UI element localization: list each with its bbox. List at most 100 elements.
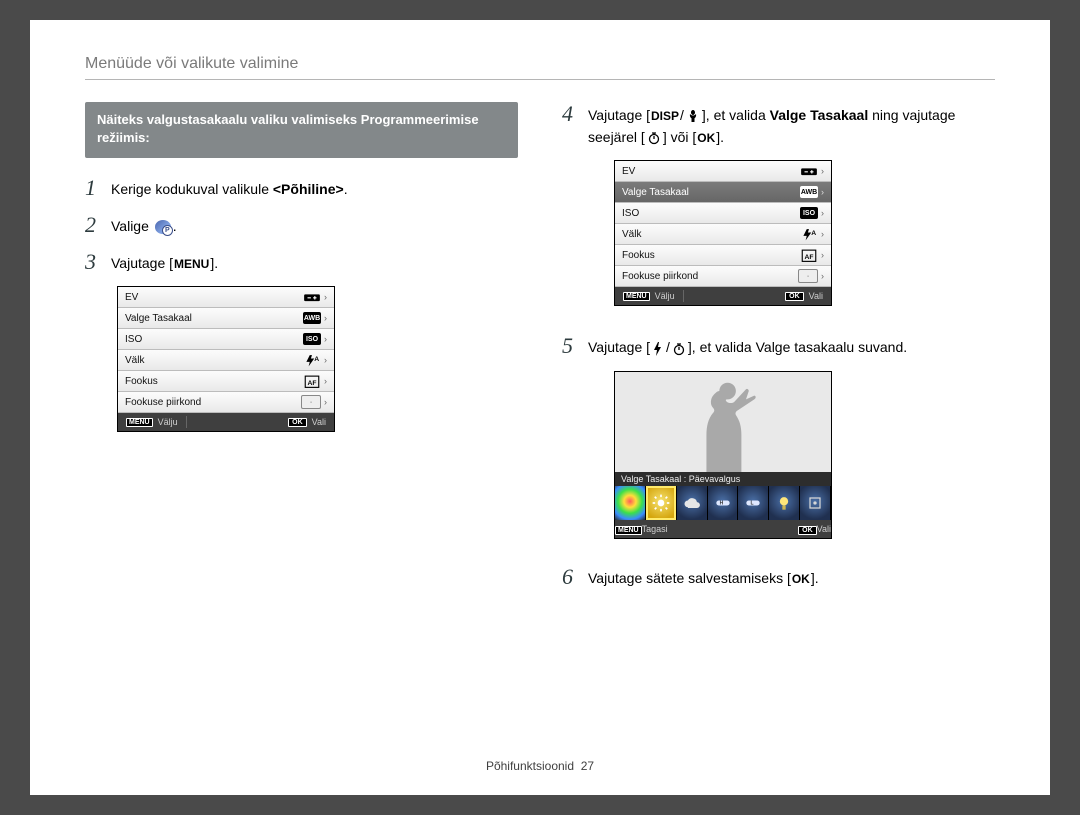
timer-icon: [672, 342, 686, 356]
step-text: .: [173, 218, 177, 234]
ev-icon: [303, 291, 321, 303]
ok-chip: OK: [785, 292, 804, 301]
svg-text:A: A: [811, 229, 816, 236]
menu-row-iso: ISO ISO›: [615, 203, 831, 224]
menu-row-label: Fookuse piirkond: [622, 271, 698, 282]
footer-page: 27: [581, 759, 594, 773]
wb-fluorescent-h-icon: H: [708, 486, 739, 520]
menu-row-label: Valge Tasakaal: [622, 187, 689, 198]
wb-screenshot: Valge Tasakaal : Päevavalgus H L MENUTag…: [614, 371, 832, 539]
macro-icon: [686, 109, 700, 123]
menu-chip: MENU: [126, 418, 153, 427]
step-text: ] või [: [663, 129, 696, 145]
divider: [85, 79, 995, 80]
svg-text:L: L: [751, 501, 754, 507]
page-footer: Põhifunktsioonid 27: [30, 759, 1050, 773]
chevron-right-icon: ›: [821, 250, 824, 260]
svg-text:H: H: [719, 501, 723, 507]
step-number: 3: [85, 250, 111, 274]
svg-text:AF: AF: [308, 380, 317, 387]
menu-row-label: Fookuse piirkond: [125, 397, 201, 408]
menu-row-label: Fookus: [622, 250, 655, 261]
footer-select: Vali: [817, 524, 831, 534]
ok-key-label: OK: [696, 129, 716, 148]
chevron-right-icon: ›: [324, 397, 327, 407]
menu-row-focus: Fookus AF›: [118, 371, 334, 392]
step-6: 6 Vajutage sätete salvestamiseks [OK].: [562, 565, 995, 590]
ok-chip: OK: [798, 526, 817, 535]
chevron-right-icon: ›: [324, 355, 327, 365]
menu-row-focus-area: Fookuse piirkond ·›: [118, 392, 334, 413]
menu-row-label: ISO: [125, 334, 142, 345]
footer-exit: Välju: [655, 291, 675, 301]
step-text: Vajutage sätete salvestamiseks [: [588, 570, 791, 586]
menu-row-label: Valge Tasakaal: [125, 313, 192, 324]
focus-area-icon: ·: [798, 269, 818, 283]
svg-text:AF: AF: [805, 254, 814, 261]
iso-icon: ISO: [800, 207, 818, 219]
step-3: 3 Vajutage [MENU].: [85, 250, 518, 275]
disp-key-label: DISP: [650, 107, 680, 126]
footer-select: Vali: [809, 291, 823, 301]
menu-row-label: Fookus: [125, 376, 158, 387]
column-left: Näiteks valgustasakaalu valiku valimisek…: [85, 102, 518, 602]
step-number: 2: [85, 213, 111, 237]
ok-key-label: OK: [791, 570, 811, 589]
menu-screenshot-left: EV › Valge Tasakaal AWB› ISO ISO› Välk A…: [117, 286, 335, 432]
menu-row-flash: Välk A›: [118, 350, 334, 371]
silhouette-icon: [684, 380, 762, 472]
footer-back: Tagasi: [642, 524, 668, 534]
menu-row-label: ISO: [622, 208, 639, 219]
menu-row-focus: Fookus AF ›: [615, 245, 831, 266]
wb-daylight-icon: [646, 486, 677, 520]
chevron-right-icon: ›: [324, 292, 327, 302]
iso-icon: ISO: [303, 333, 321, 345]
awb-icon: AWB: [303, 312, 321, 324]
menu-footer: MENUVälju OKVali: [118, 413, 334, 431]
flash-icon: A: [800, 228, 818, 240]
menu-key-label: MENU: [173, 255, 210, 274]
column-right: 4 Vajutage [DISP/], et valida Valge Tasa…: [562, 102, 995, 602]
menu-chip: MENU: [615, 526, 642, 535]
wb-icon-row: H L: [615, 486, 831, 520]
footer-label: Põhifunktsioonid: [486, 759, 574, 773]
menu-row-iso: ISO ISO›: [118, 329, 334, 350]
awb-icon: AWB: [800, 186, 818, 198]
chevron-right-icon: ›: [821, 208, 824, 218]
step-text: Vajutage [: [111, 255, 173, 271]
menu-row-label: Välk: [125, 355, 144, 366]
step-text: Kerige kodukuval valikule: [111, 181, 273, 197]
step-text: ].: [811, 570, 819, 586]
step-number: 1: [85, 176, 111, 200]
step-text: Vajutage [: [588, 339, 650, 355]
section-heading: Menüüde või valikute valimine: [85, 55, 995, 73]
step-text: ], et valida: [702, 107, 770, 123]
chevron-right-icon: ›: [324, 313, 327, 323]
intro-box: Näiteks valgustasakaalu valiku valimisek…: [85, 102, 518, 158]
step-text: Valige: [111, 218, 153, 234]
step-1: 1 Kerige kodukuval valikule <Põhiline>.: [85, 176, 518, 201]
focus-icon: AF: [800, 249, 818, 261]
step-text: .: [344, 181, 348, 197]
step-text: ].: [716, 129, 724, 145]
chevron-right-icon: ›: [821, 229, 824, 239]
chevron-right-icon: ›: [821, 166, 824, 176]
timer-icon: [647, 131, 661, 145]
ev-icon: [800, 165, 818, 177]
step-2: 2 Valige .: [85, 213, 518, 238]
flash-icon: [652, 342, 664, 356]
step-bold: <Põhiline>: [273, 181, 344, 197]
menu-row-wb-selected: Valge Tasakaal AWB›: [615, 182, 831, 203]
step-number: 5: [562, 334, 588, 358]
menu-row-label: EV: [622, 166, 635, 177]
menu-row-ev: EV ›: [615, 161, 831, 182]
step-bold: Valge Tasakaal: [770, 107, 869, 123]
step-number: 4: [562, 102, 588, 126]
chevron-right-icon: ›: [821, 187, 824, 197]
wb-footer: MENUTagasi OKVali: [615, 520, 831, 538]
wb-awb-icon: [615, 486, 646, 520]
wb-label-strip: Valge Tasakaal : Päevavalgus: [615, 472, 831, 486]
footer-select: Vali: [312, 417, 326, 427]
focus-area-icon: ·: [301, 395, 321, 409]
menu-row-ev: EV ›: [118, 287, 334, 308]
